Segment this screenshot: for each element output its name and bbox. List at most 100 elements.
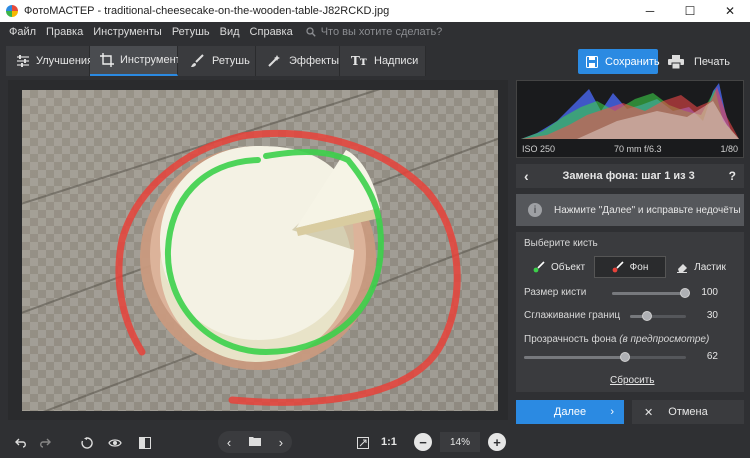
shutter-value: 1/80	[720, 144, 738, 154]
bg-transparency-note: (в предпросмотре)	[619, 334, 710, 345]
image-nav: ‹ ›	[218, 431, 292, 453]
reset-link[interactable]: Сбросить	[610, 375, 654, 386]
brush-object-label: Объект	[550, 261, 586, 273]
magic-wand-icon	[266, 54, 283, 68]
notice-text: Нажмите "Далее" и исправьте недочёты	[554, 204, 741, 216]
bottom-toolbar: ‹ › 1:1 − 14% +	[0, 428, 750, 458]
cancel-button[interactable]: ✕ Отмена	[632, 400, 744, 424]
menu-view[interactable]: Вид	[215, 26, 245, 38]
zoom-in-button[interactable]: +	[488, 433, 506, 451]
bg-transparency-text: Прозрачность фона	[524, 334, 617, 345]
brush-size-slider[interactable]	[612, 288, 690, 298]
brush-panel: Выберите кисть Объект Фон Ластик Размер …	[516, 232, 744, 392]
back-chevron-icon[interactable]: ‹	[524, 168, 529, 184]
brush-eraser-button[interactable]: Ластик	[666, 256, 736, 278]
tab-enhancements[interactable]: Улучшения	[6, 46, 94, 76]
folder-icon[interactable]	[248, 436, 261, 449]
brush-eraser-label: Ластик	[694, 261, 726, 273]
bg-transparency-value: 62	[706, 351, 718, 362]
close-icon: ✕	[644, 406, 654, 419]
app-logo-icon	[6, 5, 18, 17]
bg-transparency-slider[interactable]	[524, 352, 686, 362]
prev-image-icon[interactable]: ‹	[227, 435, 231, 450]
tab-label: Эффекты	[288, 55, 339, 67]
crop-icon	[100, 53, 114, 67]
zoom-ratio-button[interactable]: 1:1	[381, 436, 397, 448]
tab-captions[interactable]: Tт Надписи	[340, 46, 426, 76]
rotate-icon	[81, 437, 93, 449]
print-button[interactable]: Печать	[664, 49, 734, 74]
brush-background-button[interactable]: Фон	[594, 256, 666, 278]
edge-smoothing-slider[interactable]	[630, 311, 686, 321]
iso-value: ISO 250	[522, 144, 556, 154]
tab-label: Ретушь	[212, 55, 250, 67]
undo-button[interactable]	[10, 432, 32, 454]
next-button[interactable]: Далее ›	[516, 400, 624, 424]
photo-meta: ISO 250 70 mm f/6.3 1/80	[516, 140, 744, 158]
tab-label: Надписи	[374, 55, 419, 67]
help-icon[interactable]: ?	[729, 169, 736, 183]
printer-icon	[668, 54, 684, 69]
floppy-icon	[586, 55, 598, 68]
slider-knob[interactable]	[642, 311, 652, 321]
text-icon: Tт	[350, 54, 368, 68]
lens-value: 70 mm f/6.3	[613, 144, 662, 154]
panel-header: ‹ Замена фона: шаг 1 из 3 ?	[516, 164, 744, 188]
tab-effects[interactable]: Эффекты	[256, 46, 340, 76]
edge-smoothing-value: 30	[706, 310, 718, 321]
compare-button[interactable]	[134, 432, 156, 454]
menu-search[interactable]: Что вы хотите сделать?	[306, 26, 443, 38]
object-brush-icon	[533, 261, 545, 273]
bg-transparency-label: Прозрачность фона (в предпросмотре)	[524, 334, 709, 345]
fit-screen-icon	[357, 437, 369, 449]
choose-brush-label: Выберите кисть	[524, 238, 598, 249]
zoom-out-button[interactable]: −	[414, 433, 432, 451]
search-placeholder: Что вы хотите сделать?	[320, 26, 443, 38]
next-label: Далее	[553, 406, 587, 418]
menu-tools[interactable]: Инструменты	[88, 26, 167, 38]
search-icon	[306, 27, 316, 37]
chevron-right-icon: ›	[610, 406, 614, 418]
menu-file[interactable]: Файл	[4, 26, 41, 38]
undo-icon	[15, 438, 26, 448]
maximize-button[interactable]: ☐	[670, 0, 710, 22]
minimize-button[interactable]: ─	[630, 0, 670, 22]
tab-tools[interactable]: Инструменты	[90, 46, 189, 76]
save-button[interactable]: Сохранить	[578, 49, 660, 74]
window-title: ФотоМАСТЕР - traditional-cheesecake-on-t…	[24, 5, 390, 17]
menu-edit[interactable]: Правка	[41, 26, 88, 38]
save-label: Сохранить	[605, 55, 660, 68]
slider-knob[interactable]	[620, 352, 630, 362]
title-bar: ФотоМАСТЕР - traditional-cheesecake-on-t…	[0, 0, 750, 22]
redo-icon	[40, 438, 51, 448]
print-label: Печать	[694, 55, 731, 68]
menu-bar: Файл Правка Инструменты Ретушь Вид Справ…	[0, 22, 750, 42]
tab-label: Улучшения	[36, 55, 94, 67]
brush-object-button[interactable]: Объект	[524, 256, 594, 278]
brush-icon	[188, 54, 206, 68]
close-window-button[interactable]: ✕	[710, 0, 750, 22]
photo-image	[22, 90, 498, 411]
info-icon: i	[528, 203, 542, 217]
redo-button[interactable]	[34, 432, 56, 454]
photo-canvas[interactable]	[22, 90, 498, 411]
reset-rotate-button[interactable]	[76, 432, 98, 454]
sliders-icon	[16, 55, 30, 67]
cancel-label: Отмена	[668, 406, 708, 418]
eye-icon	[108, 439, 122, 447]
menu-help[interactable]: Справка	[245, 26, 298, 38]
slider-knob[interactable]	[680, 288, 690, 298]
background-brush-icon	[612, 261, 624, 273]
notice-box: i Нажмите "Далее" и исправьте недочёты	[516, 194, 744, 226]
menu-retouch[interactable]: Ретушь	[167, 26, 215, 38]
brush-background-label: Фон	[629, 261, 649, 273]
next-image-icon[interactable]: ›	[279, 435, 283, 450]
panel-title: Замена фона: шаг 1 из 3	[562, 170, 695, 182]
compare-icon	[139, 437, 151, 449]
zoom-value[interactable]: 14%	[440, 432, 480, 452]
preview-button[interactable]	[104, 432, 126, 454]
brush-size-value: 100	[701, 287, 718, 298]
tab-retouch[interactable]: Ретушь	[178, 46, 256, 76]
fit-screen-button[interactable]	[352, 432, 374, 454]
brush-size-label: Размер кисти	[524, 287, 587, 298]
